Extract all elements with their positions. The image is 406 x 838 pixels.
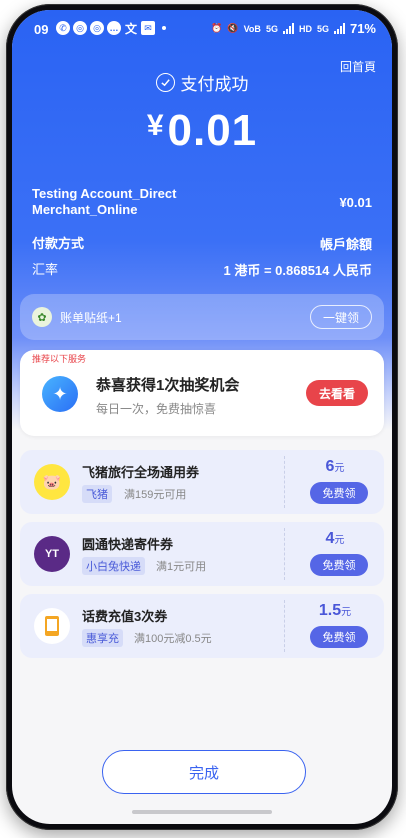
- coupon-card-yto: YT 圆通快递寄件券 小白兔快递 满1元可用 4元 免费领: [20, 522, 384, 586]
- translate-icon: 文: [124, 21, 137, 36]
- coupon-divider: [284, 600, 285, 652]
- status-bar: 09 ✆ ◎ ◎ … 文 ✉ ⏰ 🔇 VoB 5G HD 5G 71%: [12, 10, 392, 48]
- yto-icon: YT: [34, 536, 70, 572]
- coupon-condition: 满1元可用: [156, 561, 207, 573]
- signal-icon-2: [333, 23, 345, 34]
- status-time: 09: [34, 22, 49, 37]
- check-circle-icon: [155, 73, 175, 92]
- phone-frame: 09 ✆ ◎ ◎ … 文 ✉ ⏰ 🔇 VoB 5G HD 5G 71% 回首頁 …: [6, 4, 398, 830]
- fliggy-icon: 🐷: [34, 464, 70, 500]
- lottery-go-button[interactable]: 去看看: [306, 380, 368, 406]
- lottery-title: 恭喜获得1次抽奖机会: [96, 377, 240, 394]
- currency-symbol: ¥: [146, 109, 164, 142]
- coupon-brand: 飞猪: [82, 485, 112, 503]
- sticker-bar: ✿ 账单贴纸+1 一键领: [20, 294, 384, 340]
- mute-icon: 🔇: [227, 23, 239, 33]
- net-5g-label: 5G: [265, 23, 278, 34]
- done-button[interactable]: 完成: [102, 750, 306, 794]
- sticker-text: 账单贴纸+1: [60, 310, 122, 325]
- coupon-value: 4元: [286, 530, 384, 548]
- coupon-claim-button[interactable]: 免费领: [310, 626, 368, 648]
- more-dot-icon: [162, 26, 166, 30]
- coupon-value: 6元: [286, 458, 384, 476]
- coupon-condition: 满100元减0.5元: [134, 633, 212, 645]
- payment-amount: ¥0.01: [12, 106, 392, 156]
- rate-value: 1 港币 = 0.868514 人民币: [223, 263, 373, 278]
- coupon-name: 圆通快递寄件券: [82, 537, 174, 552]
- instagram-icon-2: ◎: [90, 21, 104, 35]
- coupon-card-phone: 话费充值3次券 惠享充 满100元减0.5元 1.5元 免费领: [20, 594, 384, 658]
- coupon-brand: 小白兔快递: [82, 557, 145, 575]
- lottery-subtitle: 每日一次，免费抽惊喜: [96, 402, 217, 416]
- claim-all-button[interactable]: 一键领: [310, 305, 372, 329]
- coupon-value-unit: 元: [341, 607, 352, 618]
- signal-icon: [282, 23, 294, 34]
- notification-icons: ✆ ◎ ◎ … 文 ✉: [56, 21, 166, 36]
- coupon-divider: [284, 456, 285, 508]
- method-label: 付款方式: [32, 235, 85, 251]
- alarm-icon: ⏰: [211, 23, 223, 33]
- coupon-value: 1.5元: [286, 602, 384, 620]
- amount-value: 0.01: [167, 106, 258, 155]
- coupon-condition: 满159元可用: [124, 489, 187, 501]
- status-right: ⏰ 🔇 VoB 5G HD 5G 71%: [211, 21, 376, 36]
- rate-label: 汇率: [32, 261, 59, 277]
- coupon-name: 话费充值3次券: [82, 609, 168, 624]
- coupon-claim-button[interactable]: 免费领: [310, 554, 368, 576]
- rate-row: 汇率 1 港币 = 0.868514 人民币: [32, 260, 372, 279]
- method-value: 帳戶餘額: [319, 237, 372, 252]
- coupon-value-number: 1.5: [318, 602, 342, 619]
- home-indicator[interactable]: [132, 810, 272, 814]
- coupon-divider: [284, 528, 285, 580]
- method-row: 付款方式 帳戶餘額: [32, 234, 372, 253]
- screen: 09 ✆ ◎ ◎ … 文 ✉ ⏰ 🔇 VoB 5G HD 5G 71% 回首頁 …: [12, 10, 392, 824]
- lottery-card[interactable]: 推荐以下服务 ✦ 恭喜获得1次抽奖机会 每日一次，免费抽惊喜 去看看: [20, 350, 384, 436]
- coupon-value-unit: 元: [334, 463, 345, 474]
- lottery-icon: ✦: [42, 376, 78, 412]
- coupon-value-unit: 元: [334, 535, 345, 546]
- mail-icon: ✉: [141, 21, 155, 35]
- merchant-row: Testing Account_Direct Merchant_Online ¥…: [32, 186, 372, 218]
- recommend-tag: 推荐以下服务: [32, 354, 87, 364]
- hd-label: HD: [298, 23, 312, 34]
- payment-success-title: 支付成功: [12, 70, 392, 95]
- volte-label: VoB: [243, 23, 261, 34]
- sticker-icon: ✿: [32, 307, 52, 327]
- phone-icon: [34, 608, 70, 644]
- instagram-icon: ◎: [73, 21, 87, 35]
- net-5g-label-2: 5G: [316, 23, 329, 34]
- merchant-name-line2: Merchant_Online: [32, 202, 138, 217]
- battery-level: 71%: [349, 21, 376, 36]
- merchant-amount: ¥0.01: [339, 194, 372, 210]
- coupon-brand: 惠享充: [82, 629, 123, 647]
- merchant-name-line1: Testing Account_Direct: [32, 186, 177, 201]
- coupon-claim-button[interactable]: 免费领: [310, 482, 368, 504]
- coupon-card-fliggy: 🐷 飞猪旅行全场通用券 飞猪 满159元可用 6元 免费领: [20, 450, 384, 514]
- whatsapp-icon: ✆: [56, 21, 70, 35]
- success-text: 支付成功: [180, 75, 249, 94]
- merchant-name: Testing Account_Direct Merchant_Online: [32, 186, 176, 218]
- coupon-name: 飞猪旅行全场通用券: [82, 465, 200, 480]
- chat-icon: …: [107, 21, 121, 35]
